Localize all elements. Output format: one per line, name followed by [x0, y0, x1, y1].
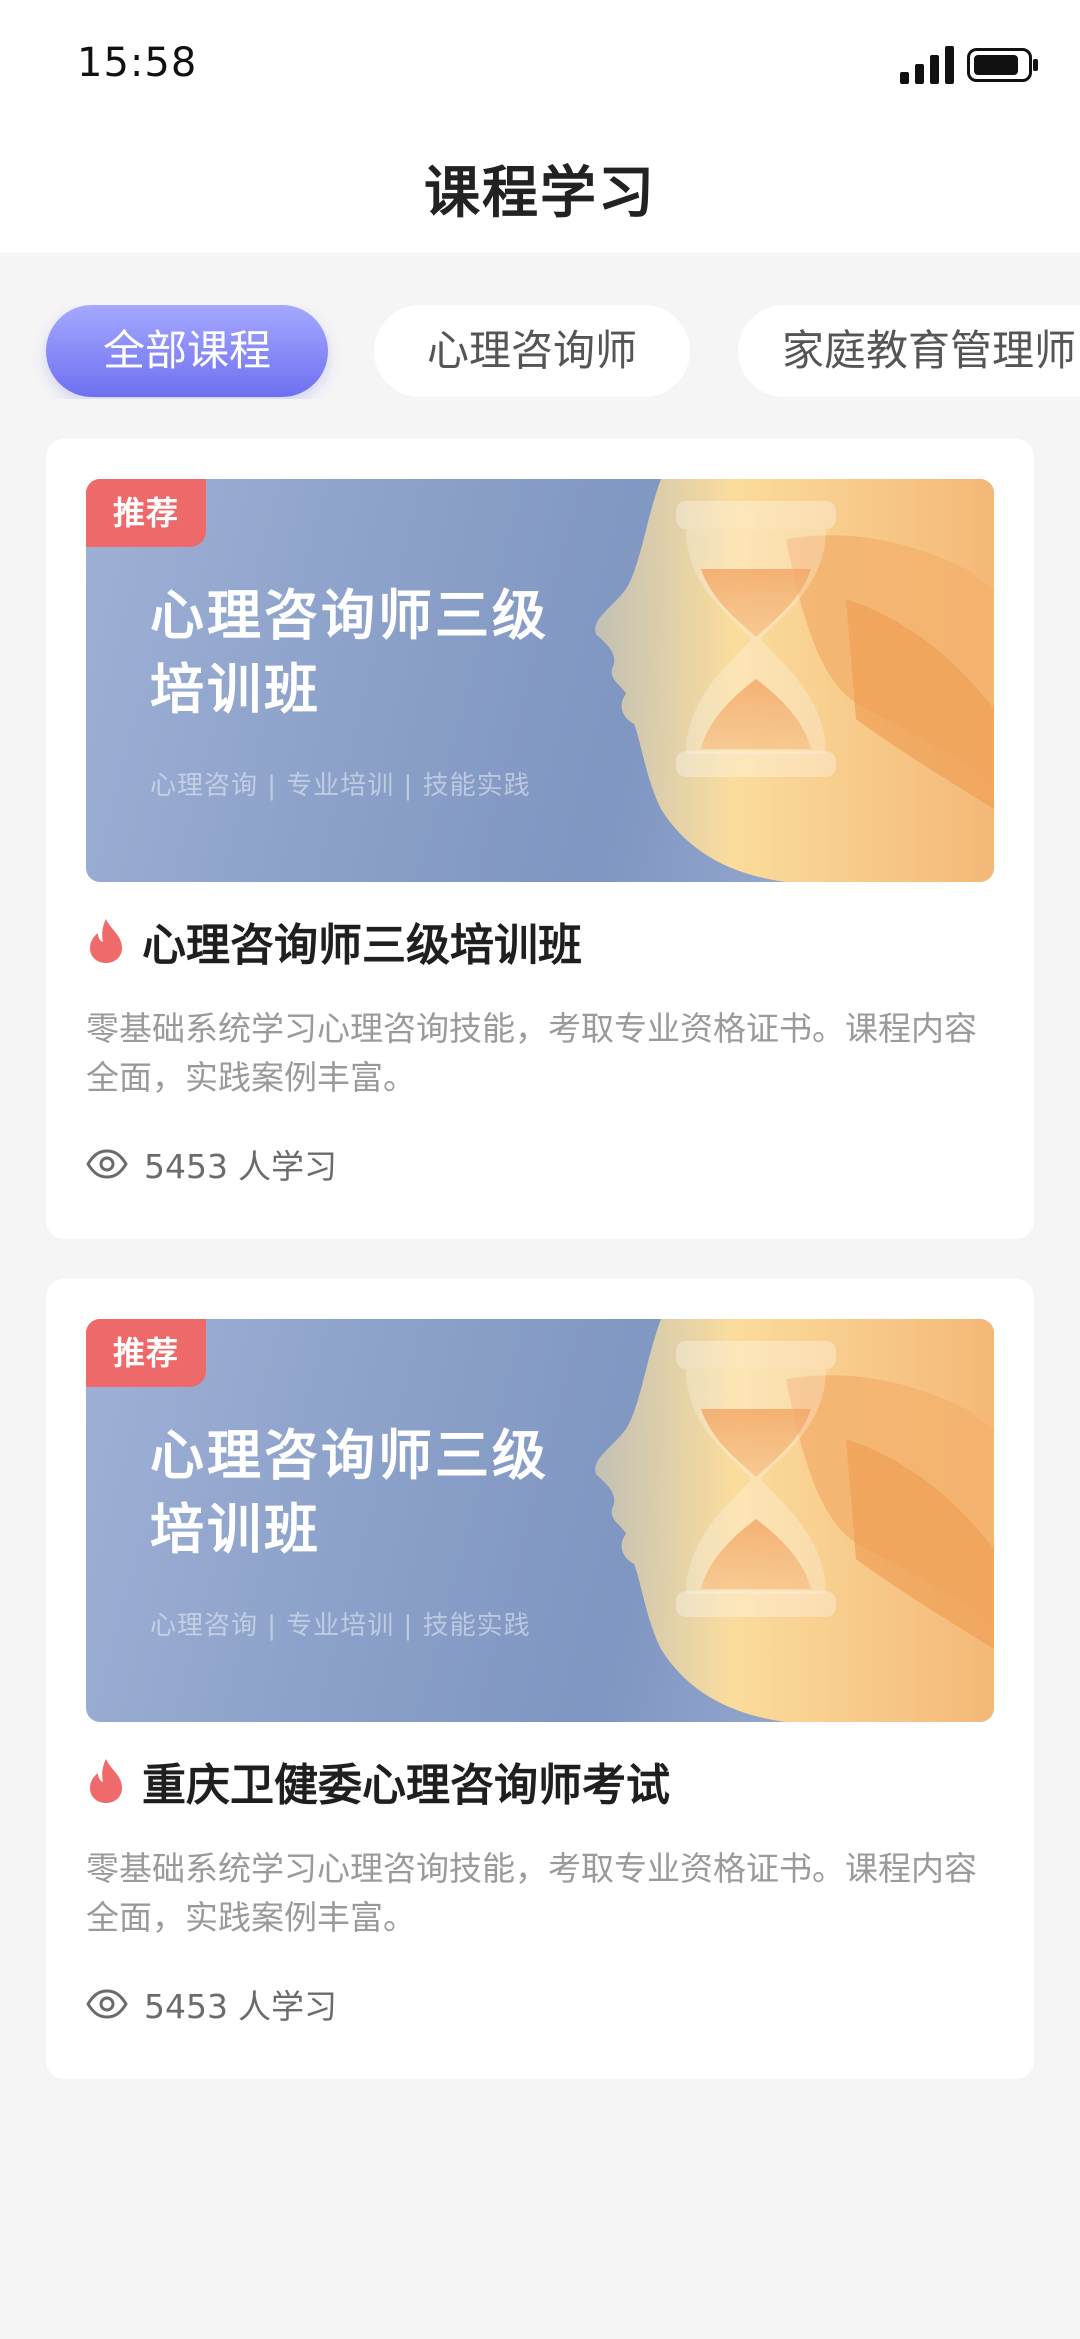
course-meta: 5453 人学习 [86, 1139, 347, 1189]
course-banner[interactable]: 推荐 心理咨询师三级 培训班 心理咨询 | 专业培训 | 技能实践 [86, 1319, 994, 1722]
course-title[interactable]: 重庆卫健委心理咨询师考试 [142, 1749, 670, 1813]
recommend-badge: 推荐 [86, 479, 206, 547]
top-bar: 15:58 课程学习 [0, 0, 1080, 253]
learner-number: 5453 [144, 1147, 228, 1186]
course-card[interactable]: 推荐 心理咨询师三级 培训班 心理咨询 | 专业培训 | 技能实践 心理咨询师三… [46, 439, 1034, 1239]
tab-psychological-counselor[interactable]: 心理咨询师 [374, 305, 690, 397]
banner-title-line: 心理咨询师三级 [150, 584, 549, 647]
banner-tags: 心理咨询 | 专业培训 | 技能实践 [150, 1611, 531, 1641]
learner-suffix: 人学习 [237, 1147, 337, 1186]
page-title: 课程学习 [424, 161, 656, 226]
fire-icon [90, 1759, 122, 1803]
learner-count: 5453 人学习 [144, 1980, 347, 2028]
learner-number: 5453 [144, 1987, 228, 2026]
eye-icon [86, 1149, 128, 1179]
course-card[interactable]: 推荐 心理咨询师三级 培训班 心理咨询 | 专业培训 | 技能实践 重庆卫健委心… [46, 1279, 1034, 2079]
battery-icon [967, 48, 1038, 82]
course-title-row: 重庆卫健委心理咨询师考试 [86, 1751, 670, 1811]
course-banner[interactable]: 推荐 心理咨询师三级 培训班 心理咨询 | 专业培训 | 技能实践 [86, 479, 994, 882]
course-description: 零基础系统学习心理咨询技能，考取专业资格证书。课程内容全面，实践案例丰富。 [86, 1009, 977, 1097]
course-meta: 5453 人学习 [86, 1979, 347, 2029]
banner-title-line: 心理咨询师三级 [150, 1424, 549, 1487]
eye-icon [86, 1989, 128, 2019]
learner-suffix: 人学习 [237, 1987, 337, 2026]
category-tabs: 全部课程 心理咨询师 家庭教育管理师 [0, 305, 1080, 399]
banner-title-line: 培训班 [150, 1498, 321, 1561]
tab-all-courses[interactable]: 全部课程 [46, 305, 328, 397]
banner-title-line: 培训班 [150, 658, 321, 721]
recommend-badge: 推荐 [86, 1319, 206, 1387]
tab-family-education-manager[interactable]: 家庭教育管理师 [738, 305, 1080, 397]
banner-tags: 心理咨询 | 专业培训 | 技能实践 [150, 771, 531, 801]
learner-count: 5453 人学习 [144, 1140, 347, 1188]
signal-icon [900, 46, 954, 84]
course-title[interactable]: 心理咨询师三级培训班 [142, 909, 582, 973]
status-time: 15:58 [77, 40, 198, 86]
banner-title: 心理咨询师三级 培训班 [150, 579, 590, 727]
course-title-row: 心理咨询师三级培训班 [86, 911, 582, 971]
fire-icon [90, 919, 122, 963]
course-description: 零基础系统学习心理咨询技能，考取专业资格证书。课程内容全面，实践案例丰富。 [86, 1849, 977, 1937]
banner-title: 心理咨询师三级 培训班 [150, 1419, 590, 1567]
